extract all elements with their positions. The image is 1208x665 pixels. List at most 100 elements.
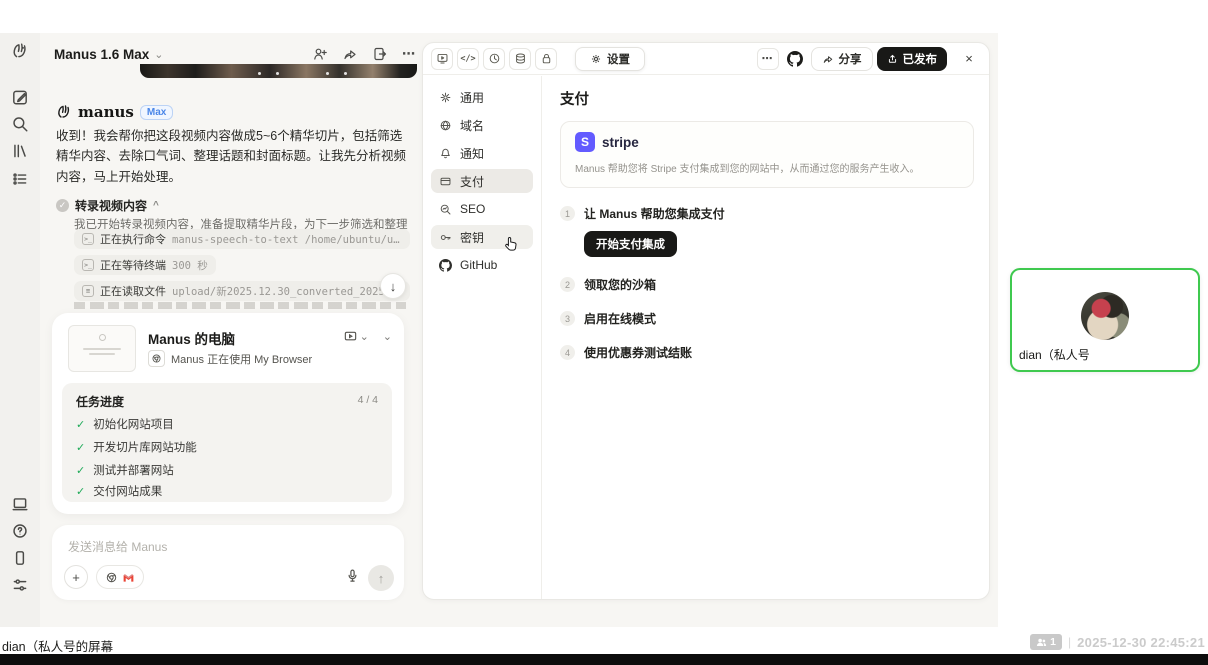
computer-icon[interactable] [11,495,29,513]
stripe-logo-icon: S [575,132,595,152]
github-icon [787,51,803,67]
composer-input[interactable]: 发送消息给 Manus [68,538,167,555]
nav-item-github[interactable]: GitHub [431,253,533,277]
plus-icon: + [72,570,80,585]
chevron-down-icon: ⌄ [360,330,369,343]
bottom-bar [0,654,1208,665]
screen-thumbnail[interactable] [68,325,136,372]
chat-title[interactable]: Manus 1.6 Max ⌄ [54,47,164,62]
search-icon [439,203,452,216]
more-icon: ⋯ [762,52,774,65]
search-icon[interactable] [11,115,29,133]
attach-button[interactable]: + [64,565,88,589]
participant-name: dian（私人号 [1014,345,1097,365]
published-button[interactable]: 已发布 [877,47,948,71]
export-icon[interactable] [372,46,388,62]
progress-count: 4 / 4 [358,394,378,406]
mouse-cursor [504,236,518,252]
database-view-button[interactable] [509,48,531,70]
tool-call-command[interactable]: >_ 正在执行命令 manus-speech-to-text /home/ubu… [74,229,410,249]
share-icon [822,53,834,65]
publish-icon [887,53,898,64]
progress-item: ✓ 测试并部署网站 [76,462,174,478]
preview-view-button[interactable] [431,48,453,70]
manus-logo-icon[interactable] [11,42,29,60]
file-icon: ≡ [82,285,94,297]
left-rail [0,33,40,627]
app-window: Manus 1.6 Max ⌄ ⋯ manus Max [0,33,998,627]
stripe-card: S stripe Manus 帮助您将 Stripe 支付集成到您的网站中，从而… [560,121,974,188]
share-site-button[interactable]: 分享 [811,47,873,71]
collapse-card-icon[interactable]: ⌄ [383,330,392,343]
start-payment-integration-button[interactable]: 开始支付集成 [584,231,677,257]
secrets-lock-button[interactable] [535,48,557,70]
mobile-icon[interactable] [11,549,29,567]
tool-detail: upload/新2025.12.30_converted_20251230_09… [172,284,402,299]
mic-icon[interactable] [345,568,360,583]
nav-item-domain[interactable]: 域名 [431,113,533,137]
nav-item-general[interactable]: 通用 [431,85,533,109]
tool-detail: 300 秒 [172,258,208,273]
avatar [1081,292,1129,340]
payment-step: 3 启用在线模式 [560,310,971,327]
settings-nav: 通用 域名 通知 支付 SEO 密钥 [423,76,541,599]
settings-tab-button[interactable]: 设置 [575,47,645,71]
manus-computer-card[interactable]: Manus 的电脑 Manus 正在使用 My Browser ⌄ ⌄ 任务进度… [52,313,404,514]
card-icon [439,175,452,188]
webcam-tile[interactable]: dian（私人号 [1010,268,1200,372]
chevron-up-icon: ^ [153,200,159,211]
nav-item-notifications[interactable]: 通知 [431,141,533,165]
history-view-button[interactable] [483,48,505,70]
close-panel-button[interactable]: × [957,47,981,71]
viewer-count-badge: 1 [1030,634,1062,650]
check-icon: ✓ [76,485,85,498]
share-chat-icon[interactable] [342,46,358,62]
preferences-sliders-icon[interactable] [11,576,29,594]
tool-call-read-file[interactable]: ≡ 正在读取文件 upload/新2025.12.30_converted_20… [74,281,410,301]
nav-item-payments[interactable]: 支付 [431,169,533,193]
settings-label: 设置 [607,51,630,67]
check-icon: ✓ [76,418,85,431]
tool-call-wait[interactable]: >_ 正在等待终端 300 秒 [74,255,216,275]
new-chat-icon[interactable] [11,88,29,106]
library-icon[interactable] [11,142,29,160]
progress-title: 任务进度 [76,393,124,410]
tasks-icon[interactable] [11,170,29,188]
computer-status: Manus 正在使用 My Browser [171,351,312,367]
payment-step: 4 使用优惠券测试结账 [560,344,971,361]
help-icon[interactable] [11,522,29,540]
tool-detail: manus-speech-to-text /home/ubuntu/upload… [172,232,402,247]
tool-label: 正在读取文件 [100,283,166,299]
stripe-description: Manus 帮助您将 Stripe 支付集成到您的网站中，从而通过您的服务产生收… [575,160,959,175]
panel-more-button[interactable]: ⋯ [757,48,779,70]
payment-step: 2 领取您的沙箱 [560,276,971,293]
panel-toolbar: </> 设置 ⋯ 分享 [423,43,989,75]
settings-main: 支付 S stripe Manus 帮助您将 Stripe 支付集成到您的网站中… [542,76,989,599]
task-progress-card: 任务进度 4 / 4 ✓ 初始化网站项目 ✓ 开发切片库网站功能 ✓ 测试并部署… [62,383,392,502]
workspace-panel: </> 设置 ⋯ 分享 [422,42,990,600]
github-button[interactable] [783,47,807,71]
send-button[interactable]: ↑ [368,565,394,591]
shared-screen-label: dian（私人号的屏幕 [2,636,113,655]
more-options-icon[interactable]: ⋯ [402,46,416,62]
connected-apps-pill[interactable] [96,565,144,589]
browser-icon [105,571,118,584]
sender-name: manus [78,103,134,121]
monitor-toggle-icon[interactable]: ⌄ [343,329,369,344]
user-video-attachment[interactable] [140,64,417,78]
code-icon: </> [460,54,475,64]
arrow-up-icon: ↑ [378,571,385,586]
code-view-button[interactable]: </> [457,48,479,70]
check-icon: ✓ [76,441,85,454]
tool-section-header[interactable]: ✓ 转录视频内容 ^ [56,197,159,214]
page-title: 支付 [560,88,971,109]
terminal-icon: >_ [82,233,94,245]
timestamp: 2025-12-30 22:45:21 [1077,635,1205,650]
nav-item-seo[interactable]: SEO [431,197,533,221]
invite-user-icon[interactable] [312,46,328,62]
scroll-to-bottom-button[interactable]: ↓ [380,273,406,299]
gmail-icon [122,571,135,584]
bell-icon [439,147,452,160]
chat-panel: Manus 1.6 Max ⌄ ⋯ manus Max [40,33,422,627]
chat-title-text: Manus 1.6 Max [54,47,149,62]
